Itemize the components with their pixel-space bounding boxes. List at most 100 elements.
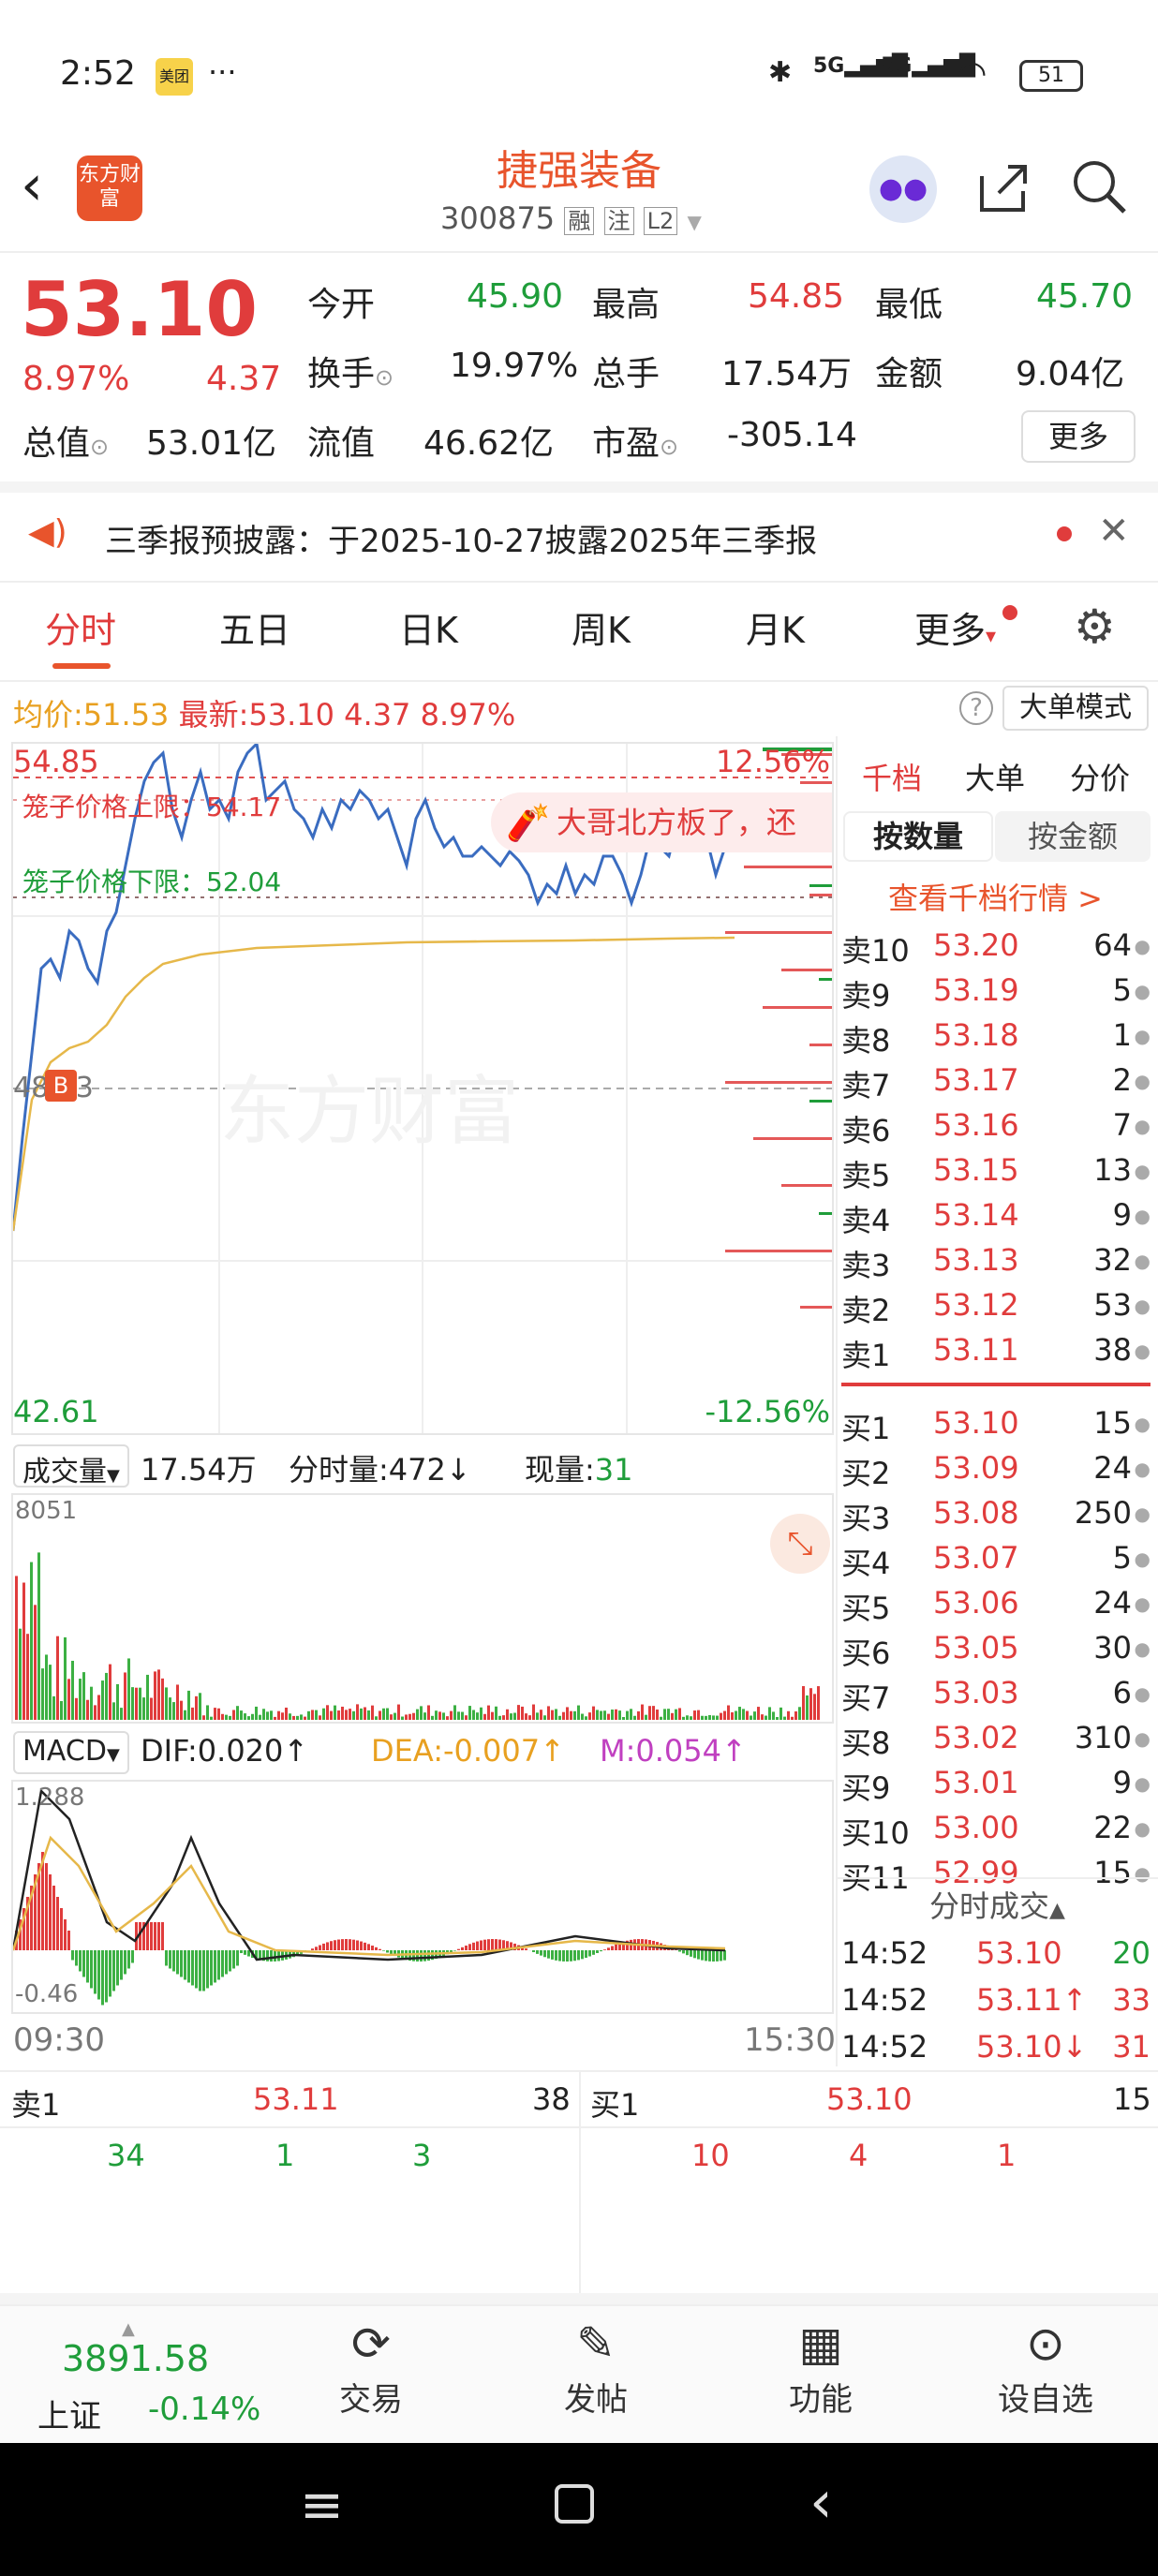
index-value[interactable]: 3891.58 (62, 2338, 209, 2379)
volume-bar (540, 1710, 542, 1720)
volume-bar (435, 1710, 438, 1720)
nav-trade[interactable]: ⟳ 交易 (296, 2314, 446, 2420)
asks-row[interactable]: 卖1 53.11 38 ● (841, 1326, 1151, 1373)
volume-bar (772, 1711, 775, 1720)
volume-bar (408, 1713, 411, 1720)
level-label: 卖5 (841, 1158, 891, 1193)
bids-row[interactable]: 买9 53.01 9 ● (841, 1759, 1151, 1806)
volume-bar (184, 1710, 186, 1720)
tab-big-orders[interactable]: 大单 (965, 755, 1025, 798)
help-icon[interactable]: ? (959, 691, 993, 725)
price-chart[interactable]: 东方财富 54.85 12.56% 笼子价格上限：54.17 笼子价格下限：52… (11, 742, 834, 1435)
tab-indicator (52, 663, 111, 669)
volume-bar (630, 1709, 632, 1720)
buy-marker[interactable]: B (45, 1070, 77, 1102)
macd-bar (49, 1874, 52, 1950)
robot-avatar-icon[interactable]: ●● (869, 155, 937, 223)
macd-bottom: -0.46 (15, 1980, 79, 2008)
volume-bar (315, 1710, 318, 1720)
low-value: 45.70 (1036, 277, 1134, 316)
macd-chart[interactable]: 1.288 -0.46 (11, 1780, 834, 2014)
macd-selector[interactable]: MACD▼ (13, 1731, 129, 1774)
bids-row[interactable]: 买1 53.10 15 ● (841, 1399, 1151, 1446)
tab-monthly-k[interactable]: 月K (746, 601, 805, 653)
volume-chart[interactable]: 8051 ⤡ (11, 1493, 834, 1724)
macd-bar (244, 1950, 246, 1955)
level-dot: ● (1134, 1340, 1151, 1362)
asks-row[interactable]: 卖10 53.20 64 ● (841, 922, 1151, 969)
view-depth-link[interactable]: 查看千档行情 > (888, 875, 1103, 918)
level-price: 53.13 (933, 1242, 1019, 1278)
tab-5day[interactable]: 五日 (219, 601, 290, 653)
asks-row[interactable]: 卖9 53.19 5 ● (841, 967, 1151, 1014)
close-icon[interactable]: ✕ (1098, 510, 1130, 553)
speaker-icon: ◀) (28, 513, 67, 552)
volume-bar (390, 1714, 393, 1720)
level-qty: 13 (1093, 1152, 1132, 1188)
big-order-mode-button[interactable]: 大单模式 (1002, 686, 1149, 731)
tick-trade-row: 14:52 53.10↓ 31 (841, 2029, 1151, 2065)
bids-row[interactable]: 买2 53.09 24 ● (841, 1444, 1151, 1491)
volume-bar (506, 1709, 509, 1720)
volume-bar (742, 1709, 745, 1720)
asks-row[interactable]: 卖2 53.12 53 ● (841, 1281, 1151, 1328)
nav-watchlist[interactable]: ⊙ 设自选 (971, 2314, 1121, 2420)
nav-functions[interactable]: ▦ 功能 (746, 2314, 896, 2420)
macd-bar (491, 1939, 494, 1950)
asks-row[interactable]: 卖5 53.15 13 ● (841, 1147, 1151, 1193)
volume-bar (776, 1716, 779, 1720)
by-amount-button[interactable]: 按金额 (995, 811, 1151, 862)
asks-row[interactable]: 卖7 53.17 2 ● (841, 1057, 1151, 1103)
share-icon[interactable] (974, 157, 1032, 215)
back-icon[interactable]: ‹ (21, 157, 43, 214)
volume-bar (19, 1628, 22, 1720)
volume-selector[interactable]: 成交量▼ (13, 1444, 129, 1488)
volume-bar (142, 1697, 145, 1720)
level-dot: ● (1134, 1070, 1151, 1092)
volume-bar (457, 1711, 460, 1720)
index-pct[interactable]: -0.14% (148, 2391, 260, 2428)
asks-row[interactable]: 卖8 53.18 1 ● (841, 1012, 1151, 1059)
tab-weekly-k[interactable]: 周K (572, 601, 631, 653)
bids-row[interactable]: 买5 53.06 24 ● (841, 1579, 1151, 1626)
asks-row[interactable]: 卖4 53.14 9 ● (841, 1192, 1151, 1238)
volume-bar (169, 1697, 171, 1720)
volume-bar (127, 1658, 130, 1720)
menu-icon[interactable]: ≡ (300, 2475, 344, 2536)
search-icon[interactable] (1070, 157, 1128, 215)
bids-row[interactable]: 买6 53.05 30 ● (841, 1624, 1151, 1671)
bids-row[interactable]: 买10 53.00 22 ● (841, 1804, 1151, 1851)
volume-bar (341, 1706, 344, 1720)
tab-level-depth[interactable]: 千档 (862, 755, 922, 798)
notice-text[interactable]: 三季报预披露：于2025-10-27披露2025年三季报 (105, 515, 817, 561)
bids-row[interactable]: 买8 53.02 310 ● (841, 1714, 1151, 1761)
volume-bar (757, 1707, 760, 1720)
asks-row[interactable]: 卖3 53.13 32 ● (841, 1236, 1151, 1283)
bids-row[interactable]: 买3 53.08 250 ● (841, 1489, 1151, 1536)
bids-row[interactable]: 买7 53.03 6 ● (841, 1669, 1151, 1716)
settings-gear-icon[interactable]: ⚙ (1074, 603, 1116, 650)
macd-bar (232, 1950, 235, 1969)
tick-trades-title[interactable]: 分时成交▲ (929, 1883, 1065, 1926)
tab-more[interactable]: 更多▾ (914, 601, 996, 653)
volume-bar (202, 1715, 205, 1720)
tab-price-dist[interactable]: 分价 (1070, 755, 1130, 798)
macd-bar (570, 1950, 572, 1962)
index-name[interactable]: 上证 (37, 2391, 101, 2436)
by-quantity-button[interactable]: 按数量 (843, 811, 993, 862)
change-value: 4.37 (206, 360, 282, 398)
tab-daily-k[interactable]: 日K (399, 601, 458, 653)
volume-bar (71, 1660, 74, 1720)
volume-bar (660, 1716, 662, 1720)
bids-row[interactable]: 买4 53.07 5 ● (841, 1534, 1151, 1581)
tab-intraday[interactable]: 分时 (45, 601, 116, 653)
asks-row[interactable]: 卖6 53.16 7 ● (841, 1102, 1151, 1148)
status-time: 2:52 (60, 54, 136, 93)
back-nav-icon[interactable]: ‹ (809, 2467, 833, 2536)
change-pct: 8.97% (22, 360, 130, 398)
macd-bar (319, 1945, 321, 1950)
nav-post[interactable]: ✎ 发帖 (521, 2314, 671, 2420)
volume-bar (633, 1715, 636, 1720)
more-button[interactable]: 更多 (1021, 410, 1136, 463)
home-icon[interactable] (555, 2484, 594, 2524)
